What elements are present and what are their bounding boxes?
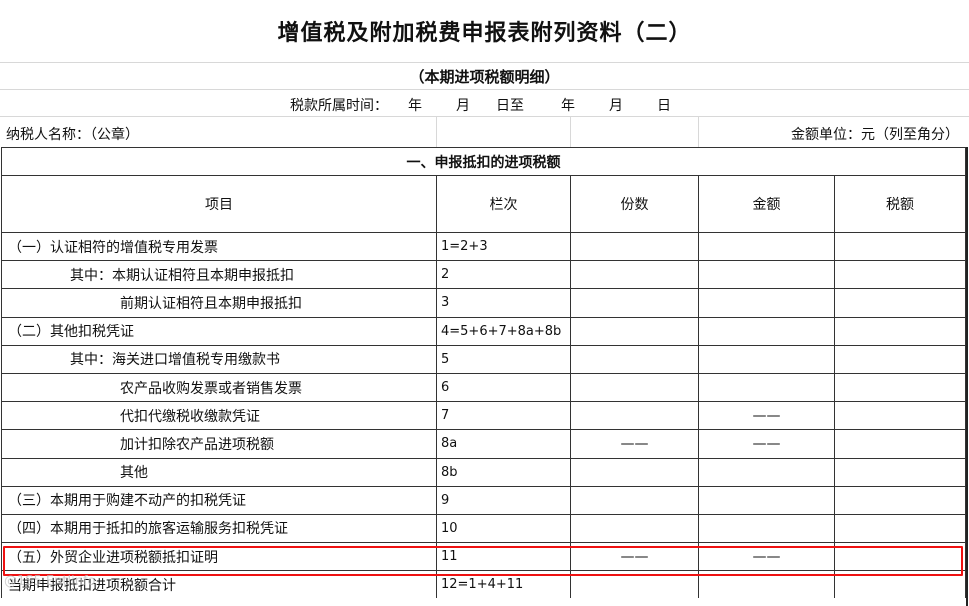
row-col-no[interactable]: 3 bbox=[436, 288, 571, 318]
row-item[interactable]: （二）其他扣税凭证 bbox=[1, 316, 437, 346]
highlight-box bbox=[3, 546, 963, 576]
form-subtitle: （本期进项税额明细） bbox=[409, 67, 560, 86]
column-header-row: 项目 栏次 份数 金额 税额 bbox=[1, 175, 966, 233]
tax-period-label: 税款所属时间： bbox=[290, 98, 388, 114]
row-item[interactable]: 其中：海关进口增值税专用缴款书 bbox=[1, 344, 437, 374]
period-year-start: 年 bbox=[408, 98, 422, 114]
period-day-to: 日至 bbox=[496, 98, 524, 114]
row-count[interactable] bbox=[570, 288, 699, 318]
row-amount[interactable] bbox=[698, 316, 835, 346]
row-tax[interactable] bbox=[834, 485, 966, 515]
row-count[interactable] bbox=[570, 231, 699, 262]
row-col-no[interactable]: 7 bbox=[436, 401, 571, 431]
row-count[interactable] bbox=[570, 260, 699, 290]
row-tax[interactable] bbox=[834, 372, 966, 403]
row-amount[interactable] bbox=[698, 372, 835, 403]
period-month-start: 月 bbox=[456, 98, 470, 114]
form-title: 增值税及附加税费申报表附列资料（二） bbox=[277, 20, 692, 46]
row-count[interactable]: —— bbox=[570, 429, 699, 459]
row-item[interactable]: 农产品收购发票或者销售发票 bbox=[1, 372, 437, 403]
row-tax[interactable] bbox=[834, 513, 966, 544]
row-tax[interactable] bbox=[834, 260, 966, 290]
spreadsheet-sheet: 增值税及附加税费申报表附列资料（二） （本期进项税额明细） 税款所属时间： 年 … bbox=[0, 0, 969, 606]
row-tax[interactable] bbox=[834, 401, 966, 431]
header-amount: 金额 bbox=[698, 175, 835, 233]
row-item[interactable]: 代扣代缴税收缴款凭证 bbox=[1, 401, 437, 431]
row-tax[interactable] bbox=[834, 231, 966, 262]
tax-period-row: 税款所属时间： 年 月 日至 年 月 日 bbox=[0, 90, 969, 117]
cell-divider bbox=[436, 117, 437, 147]
header-count: 份数 bbox=[570, 175, 699, 233]
table-row: （二）其他扣税凭证 4=5+6+7+8a+8b bbox=[1, 316, 966, 346]
row-count[interactable] bbox=[570, 344, 699, 374]
cell-divider bbox=[570, 117, 571, 147]
row-col-no[interactable]: 1=2+3 bbox=[436, 231, 571, 262]
row-col-no[interactable]: 4=5+6+7+8a+8b bbox=[436, 316, 571, 346]
row-col-no[interactable]: 9 bbox=[436, 485, 571, 515]
row-item[interactable]: 前期认证相符且本期申报抵扣 bbox=[1, 288, 437, 318]
subtitle-row: （本期进项税额明细） bbox=[0, 63, 969, 90]
row-item[interactable]: （一）认证相符的增值税专用发票 bbox=[1, 231, 437, 262]
row-tax[interactable] bbox=[834, 457, 966, 487]
row-col-no[interactable]: 6 bbox=[436, 372, 571, 403]
table-row: 代扣代缴税收缴款凭证 7 —— bbox=[1, 401, 966, 431]
header-item: 项目 bbox=[1, 175, 437, 233]
table-row: （三）本期用于购建不动产的扣税凭证 9 bbox=[1, 485, 966, 515]
table-row: 其中：本期认证相符且本期申报抵扣 2 bbox=[1, 260, 966, 290]
row-amount[interactable] bbox=[698, 485, 835, 515]
title-row: 增值税及附加税费申报表附列资料（二） bbox=[0, 0, 969, 63]
row-count[interactable] bbox=[570, 401, 699, 431]
taxpayer-info-row: 纳税人名称：（公章） 金额单位：元（列至角分） bbox=[0, 117, 969, 147]
row-amount[interactable]: —— bbox=[698, 401, 835, 431]
watermark: @1S5 Entlinfo bbox=[4, 574, 96, 589]
row-col-no[interactable]: 10 bbox=[436, 513, 571, 544]
row-col-no[interactable]: 8b bbox=[436, 457, 571, 487]
row-amount[interactable] bbox=[698, 288, 835, 318]
row-tax[interactable] bbox=[834, 429, 966, 459]
table-row: （一）认证相符的增值税专用发票 1=2+3 bbox=[1, 231, 966, 262]
period-day-end: 日 bbox=[657, 98, 671, 114]
row-col-no[interactable]: 2 bbox=[436, 260, 571, 290]
row-amount[interactable]: —— bbox=[698, 429, 835, 459]
table-row: 农产品收购发票或者销售发票 6 bbox=[1, 372, 966, 403]
row-amount[interactable] bbox=[698, 260, 835, 290]
row-col-no[interactable]: 8a bbox=[436, 429, 571, 459]
row-count[interactable] bbox=[570, 485, 699, 515]
row-tax[interactable] bbox=[834, 288, 966, 318]
row-count[interactable] bbox=[570, 316, 699, 346]
table-right-border bbox=[966, 147, 968, 606]
taxpayer-name-label: 纳税人名称：（公章） bbox=[6, 127, 139, 143]
table-row: （四）本期用于抵扣的旅客运输服务扣税凭证 10 bbox=[1, 513, 966, 544]
row-count[interactable] bbox=[570, 372, 699, 403]
amount-unit-label: 金额单位：元（列至角分） bbox=[791, 127, 959, 143]
table-row: 其中：海关进口增值税专用缴款书 5 bbox=[1, 344, 966, 374]
header-col-no: 栏次 bbox=[436, 175, 571, 233]
table-row: 其他 8b bbox=[1, 457, 966, 487]
cell-divider bbox=[698, 117, 699, 147]
row-amount[interactable] bbox=[698, 513, 835, 544]
row-item[interactable]: 其他 bbox=[1, 457, 437, 487]
section-header-row: 一、申报抵扣的进项税额 bbox=[1, 147, 966, 176]
row-tax[interactable] bbox=[834, 344, 966, 374]
row-tax[interactable] bbox=[834, 316, 966, 346]
row-item[interactable]: （三）本期用于购建不动产的扣税凭证 bbox=[1, 485, 437, 515]
row-count[interactable] bbox=[570, 513, 699, 544]
row-item[interactable]: 其中：本期认证相符且本期申报抵扣 bbox=[1, 260, 437, 290]
table-row: 前期认证相符且本期申报抵扣 3 bbox=[1, 288, 966, 318]
period-month-end: 月 bbox=[609, 98, 623, 114]
header-tax: 税额 bbox=[834, 175, 966, 233]
table-row: 加计扣除农产品进项税额 8a —— —— bbox=[1, 429, 966, 459]
row-count[interactable] bbox=[570, 457, 699, 487]
row-amount[interactable] bbox=[698, 457, 835, 487]
input-tax-table: 一、申报抵扣的进项税额 项目 栏次 份数 金额 税额 （一）认证相符的增值税专用… bbox=[1, 147, 966, 599]
row-amount[interactable] bbox=[698, 344, 835, 374]
section-title: 一、申报抵扣的进项税额 bbox=[1, 147, 966, 176]
period-year-end: 年 bbox=[561, 98, 575, 114]
row-item[interactable]: （四）本期用于抵扣的旅客运输服务扣税凭证 bbox=[1, 513, 437, 544]
row-col-no[interactable]: 5 bbox=[436, 344, 571, 374]
row-item[interactable]: 加计扣除农产品进项税额 bbox=[1, 429, 437, 459]
row-amount[interactable] bbox=[698, 231, 835, 262]
